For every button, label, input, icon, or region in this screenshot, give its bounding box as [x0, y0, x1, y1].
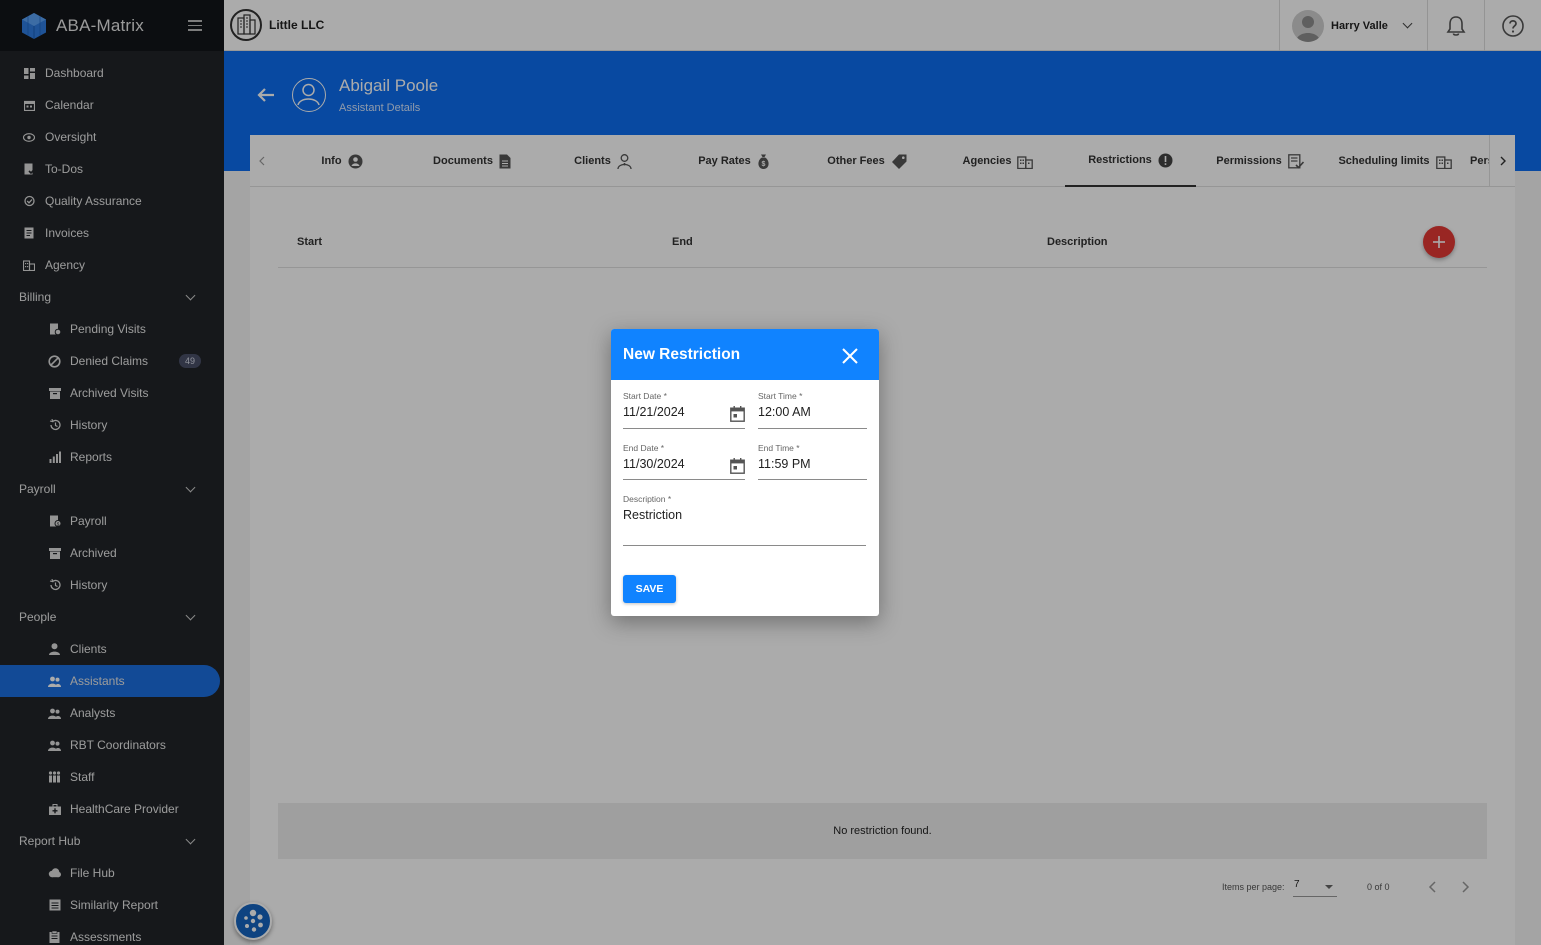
field-label: Description * [623, 494, 672, 504]
start-date-field[interactable]: Start Date * 11/21/2024 [623, 391, 745, 429]
field-value: 11/30/2024 [623, 457, 685, 471]
field-label: Start Time * [758, 391, 803, 401]
field-label: End Date * [623, 443, 665, 453]
new-restriction-dialog: New Restriction Start Date * 11/21/2024 … [611, 329, 879, 616]
end-time-field[interactable]: End Time * 11:59 PM [758, 443, 867, 480]
calendar-icon[interactable] [730, 458, 745, 474]
field-value: 11:59 PM [758, 457, 811, 471]
field-value: Restriction [623, 508, 683, 522]
calendar-icon[interactable] [730, 406, 745, 422]
field-label: End Time * [758, 443, 800, 453]
save-button[interactable]: SAVE [623, 575, 676, 603]
description-field[interactable]: Description * Restriction [623, 494, 866, 546]
start-time-field[interactable]: Start Time * 12:00 AM [758, 391, 867, 429]
field-label: Start Date * [623, 391, 667, 401]
field-value: 11/21/2024 [623, 405, 685, 419]
close-icon[interactable] [841, 347, 859, 365]
dialog-header: New Restriction [611, 329, 879, 380]
dialog-title: New Restriction [623, 346, 741, 363]
end-date-field[interactable]: End Date * 11/30/2024 [623, 443, 745, 480]
field-value: 12:00 AM [758, 405, 811, 419]
